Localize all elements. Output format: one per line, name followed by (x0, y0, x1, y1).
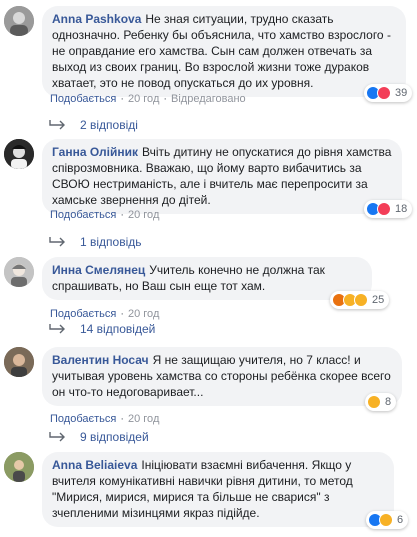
replies-count[interactable]: 14 відповідей (80, 322, 155, 336)
timestamp[interactable]: 20 год (128, 308, 159, 320)
reply-arrow-icon (49, 324, 65, 334)
view-replies-link[interactable]: 1 відповідь (48, 235, 142, 249)
timestamp[interactable]: 20 год (128, 413, 159, 425)
reactions-summary[interactable]: 18 (364, 200, 413, 218)
replies-count[interactable]: 1 відповідь (80, 235, 142, 249)
timestamp[interactable]: 20 год (128, 93, 159, 105)
comment-bubble: Anna Pashkova Не зная ситуации, трудно ск… (42, 6, 406, 97)
like-button[interactable]: Подобається (50, 93, 116, 105)
view-replies-link[interactable]: 14 відповідей (48, 322, 155, 336)
view-replies-link[interactable]: 2 відповіді (48, 118, 138, 132)
reactions-summary[interactable]: 6 (366, 511, 409, 529)
like-button[interactable]: Подобається (50, 413, 116, 425)
reaction-count: 18 (395, 203, 408, 215)
avatar[interactable] (4, 139, 34, 169)
like-button[interactable]: Подобається (50, 308, 116, 320)
replies-count[interactable]: 9 відповідей (80, 430, 149, 444)
avatar[interactable] (4, 6, 34, 36)
reaction-count: 39 (395, 87, 408, 99)
view-replies-link[interactable]: 9 відповідей (48, 430, 149, 444)
author-name[interactable]: Anna Beliaieva (52, 458, 137, 472)
reply-arrow-icon (49, 237, 65, 247)
reaction-count: 6 (397, 514, 404, 526)
comment-bubble: Инна Смелянец Учитель конечно не должна т… (42, 257, 372, 300)
like-button[interactable]: Подобається (50, 209, 116, 221)
haha-icon (367, 395, 381, 409)
avatar[interactable] (4, 452, 34, 482)
reactions-summary[interactable]: 39 (364, 84, 413, 102)
comment-actions: Подобається · 20 год · Відредаговано (50, 93, 246, 105)
author-name[interactable]: Anna Pashkova (52, 12, 141, 26)
reaction-count: 8 (385, 396, 392, 408)
comment-actions: Подобається · 20 год (50, 413, 160, 425)
reactions-summary[interactable]: 8 (365, 393, 397, 411)
avatar[interactable] (4, 257, 34, 287)
comment-actions: Подобається · 20 год (50, 308, 160, 320)
love-icon (377, 86, 391, 100)
author-name[interactable]: Инна Смелянец (52, 263, 145, 277)
comment-bubble: Anna Beliaieva Ініціювати взаємні вибачен… (42, 452, 394, 527)
timestamp[interactable]: 20 год (128, 209, 159, 221)
edited-label[interactable]: Відредаговано (171, 93, 246, 105)
author-name[interactable]: Ганна Олійник (52, 145, 138, 159)
comment-bubble: Ганна Олійник Вчіть дитину не опускатися … (42, 139, 402, 214)
replies-count[interactable]: 2 відповіді (80, 118, 138, 132)
author-name[interactable]: Валентин Носач (52, 353, 149, 367)
reply-arrow-icon (49, 120, 65, 130)
avatar[interactable] (4, 347, 34, 377)
love-icon (377, 202, 391, 216)
reactions-summary[interactable]: 25 (330, 291, 390, 309)
reaction-count: 25 (372, 294, 385, 306)
haha-icon (379, 513, 393, 527)
wow-icon (354, 293, 368, 307)
reply-arrow-icon (49, 432, 65, 442)
comment-bubble: Валентин Носач Я не защищаю учителя, но 7… (42, 347, 402, 406)
comment-actions: Подобається · 20 год (50, 209, 160, 221)
